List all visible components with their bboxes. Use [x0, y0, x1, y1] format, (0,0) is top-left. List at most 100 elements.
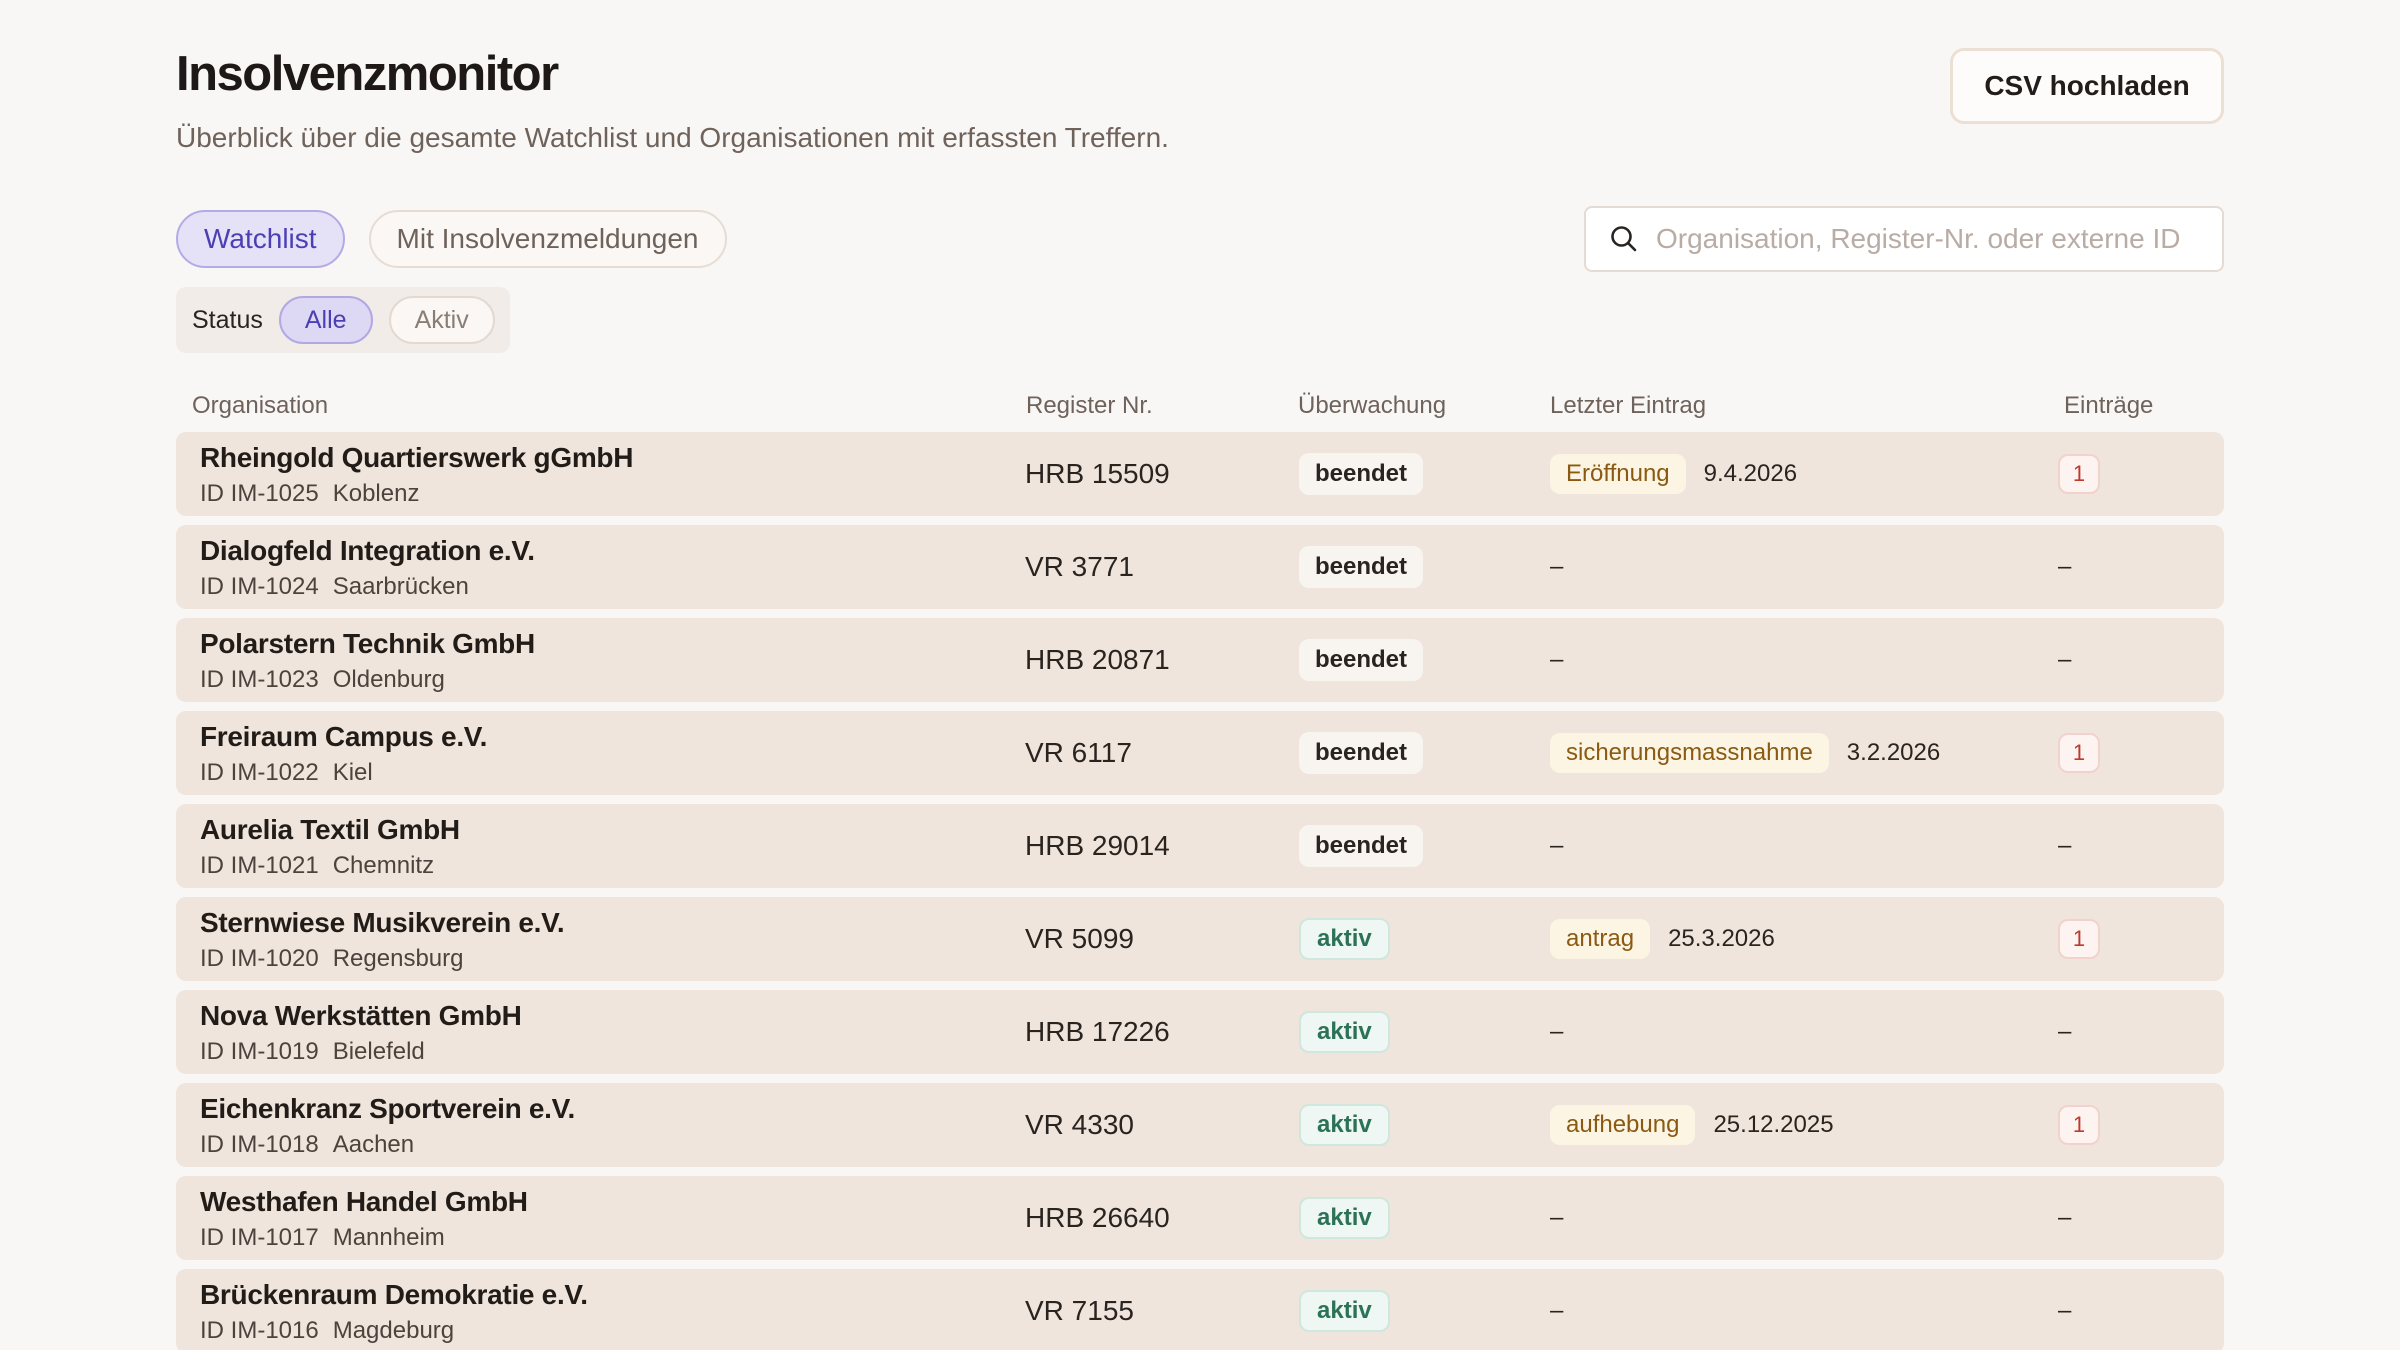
register-number: VR 5099 [1025, 923, 1134, 954]
organisation-city: Saarbrücken [332, 573, 469, 600]
last-entry: aufhebung 25.12.2025 [1550, 1104, 1834, 1146]
entries-cell: – [2058, 1011, 2071, 1053]
organisation-meta: ID IM-1017 Mannheim [200, 1224, 445, 1252]
organisation-name[interactable]: Dialogfeld Integration e.V. [200, 535, 535, 567]
organisation-city: Chemnitz [332, 852, 435, 879]
column-header-entries[interactable]: Einträge [2064, 392, 2153, 420]
organisation-name[interactable]: Sternwiese Musikverein e.V. [200, 907, 565, 939]
entries-count: – [2058, 832, 2072, 859]
entry-type-badge: Eröffnung [1550, 454, 1686, 494]
entries-cell: – [2058, 639, 2071, 681]
page-title: Insolvenzmonitor [176, 47, 559, 101]
entries-cell: – [2058, 546, 2071, 588]
monitoring-status-badge: aktiv [1299, 1197, 1390, 1239]
entry-date: 9.4.2026 [1703, 460, 1798, 487]
table-row[interactable]: Westhafen Handel GmbH ID IM-1017 Mannheim H… [176, 1176, 2224, 1260]
entry-date: 25.3.2026 [1668, 925, 1775, 952]
last-entry: antrag 25.3.2026 [1550, 918, 1775, 960]
table-row[interactable]: Rheingold Quartierswerk gGmbH ID IM-1025 K… [176, 432, 2224, 516]
status-filter-active[interactable]: Aktiv [388, 296, 495, 344]
last-entry: – [1550, 1197, 1563, 1239]
organisation-id: ID IM-1024 [200, 573, 319, 600]
entry-date: – [1550, 646, 1564, 673]
last-entry: Eröffnung 9.4.2026 [1550, 453, 1797, 495]
search-input[interactable] [1656, 223, 2222, 255]
entry-date: 3.2.2026 [1846, 739, 1941, 766]
table-body: Rheingold Quartierswerk gGmbH ID IM-1025 K… [176, 432, 2224, 1350]
register-number: HRB 29014 [1025, 830, 1170, 861]
table-row[interactable]: Aurelia Textil GmbH ID IM-1021 Chemnitz HRB… [176, 804, 2224, 888]
monitoring-status-badge: aktiv [1299, 918, 1390, 960]
table-header: Organisation Register Nr. Überwachung Le… [176, 392, 2224, 422]
entry-type-badge: sicherungsmassnahme [1550, 733, 1829, 773]
table-row[interactable]: Polarstern Technik GmbH ID IM-1023 Oldenbu… [176, 618, 2224, 702]
last-entry: – [1550, 546, 1563, 588]
register-number: VR 3771 [1025, 551, 1134, 582]
entry-date: – [1550, 1204, 1564, 1231]
entry-date: – [1550, 1018, 1564, 1045]
organisation-name[interactable]: Aurelia Textil GmbH [200, 814, 460, 846]
table-row[interactable]: Nova Werkstätten GmbH ID IM-1019 Bielefeld… [176, 990, 2224, 1074]
status-filter: Status Alle Aktiv [176, 287, 510, 353]
entries-cell: – [2058, 1197, 2071, 1239]
organisation-city: Kiel [332, 759, 373, 786]
monitoring-status-badge: beendet [1299, 453, 1424, 495]
organisation-meta: ID IM-1020 Regensburg [200, 945, 463, 973]
organisation-id: ID IM-1019 [200, 1038, 319, 1065]
column-header-register[interactable]: Register Nr. [1026, 392, 1153, 420]
tab-watchlist[interactable]: Watchlist [176, 210, 345, 268]
column-header-organisation[interactable]: Organisation [192, 392, 328, 420]
organisation-meta: ID IM-1022 Kiel [200, 759, 373, 787]
organisation-id: ID IM-1017 [200, 1224, 319, 1251]
entry-date: – [1550, 553, 1564, 580]
last-entry: – [1550, 1290, 1563, 1332]
monitoring-status-badge: beendet [1299, 825, 1424, 867]
page: Insolvenzmonitor Überblick über die gesa… [176, 0, 2224, 1350]
entry-type-badge: aufhebung [1550, 1105, 1696, 1145]
entries-count: – [2058, 1018, 2072, 1045]
organisation-meta: ID IM-1019 Bielefeld [200, 1038, 425, 1066]
entries-cell: 1 [2058, 1104, 2100, 1146]
organisation-city: Magdeburg [332, 1317, 455, 1344]
table-row[interactable]: Brückenraum Demokratie e.V. ID IM-1016 Mag… [176, 1269, 2224, 1350]
monitoring-status-badge: aktiv [1299, 1104, 1390, 1146]
entry-date: – [1550, 1297, 1564, 1324]
table-row[interactable]: Dialogfeld Integration e.V. ID IM-1024 Saa… [176, 525, 2224, 609]
table-row[interactable]: Sternwiese Musikverein e.V. ID IM-1020 Reg… [176, 897, 2224, 981]
register-number: HRB 20871 [1025, 644, 1170, 675]
monitoring-status-badge: aktiv [1299, 1011, 1390, 1053]
organisation-name[interactable]: Eichenkranz Sportverein e.V. [200, 1093, 575, 1125]
register-number: HRB 17226 [1025, 1016, 1170, 1047]
organisation-meta: ID IM-1021 Chemnitz [200, 852, 434, 880]
organisation-city: Bielefeld [332, 1038, 425, 1065]
register-number: VR 4330 [1025, 1109, 1134, 1140]
organisation-city: Mannheim [332, 1224, 445, 1251]
entries-count-badge: 1 [2058, 454, 2100, 494]
monitoring-status-badge: beendet [1299, 732, 1424, 774]
csv-upload-button[interactable]: CSV hochladen [1950, 48, 2224, 124]
organisation-name[interactable]: Polarstern Technik GmbH [200, 628, 535, 660]
entry-date: – [1550, 832, 1564, 859]
entry-type-badge: antrag [1550, 919, 1651, 959]
organisation-id: ID IM-1025 [200, 480, 319, 507]
status-filter-label: Status [192, 305, 263, 334]
column-header-last-entry[interactable]: Letzter Eintrag [1550, 392, 1706, 420]
column-header-monitoring[interactable]: Überwachung [1298, 392, 1446, 420]
organisation-name[interactable]: Brückenraum Demokratie e.V. [200, 1279, 588, 1311]
table-row[interactable]: Eichenkranz Sportverein e.V. ID IM-1018 Aa… [176, 1083, 2224, 1167]
organisation-name[interactable]: Freiraum Campus e.V. [200, 721, 487, 753]
organisation-meta: ID IM-1025 Koblenz [200, 480, 419, 508]
entries-count-badge: 1 [2058, 733, 2100, 773]
organisation-id: ID IM-1020 [200, 945, 319, 972]
organisation-city: Regensburg [332, 945, 464, 972]
entries-count: – [2058, 1204, 2072, 1231]
entries-count: – [2058, 553, 2072, 580]
monitoring-status-badge: beendet [1299, 639, 1424, 681]
entries-count-badge: 1 [2058, 1105, 2100, 1145]
table-row[interactable]: Freiraum Campus e.V. ID IM-1022 Kiel VR 611… [176, 711, 2224, 795]
organisation-name[interactable]: Nova Werkstätten GmbH [200, 1000, 522, 1032]
status-filter-all[interactable]: Alle [278, 296, 373, 344]
organisation-name[interactable]: Westhafen Handel GmbH [200, 1186, 528, 1218]
organisation-name[interactable]: Rheingold Quartierswerk gGmbH [200, 442, 633, 474]
tab-insolvency-reports[interactable]: Mit Insolvenzmeldungen [368, 210, 727, 268]
